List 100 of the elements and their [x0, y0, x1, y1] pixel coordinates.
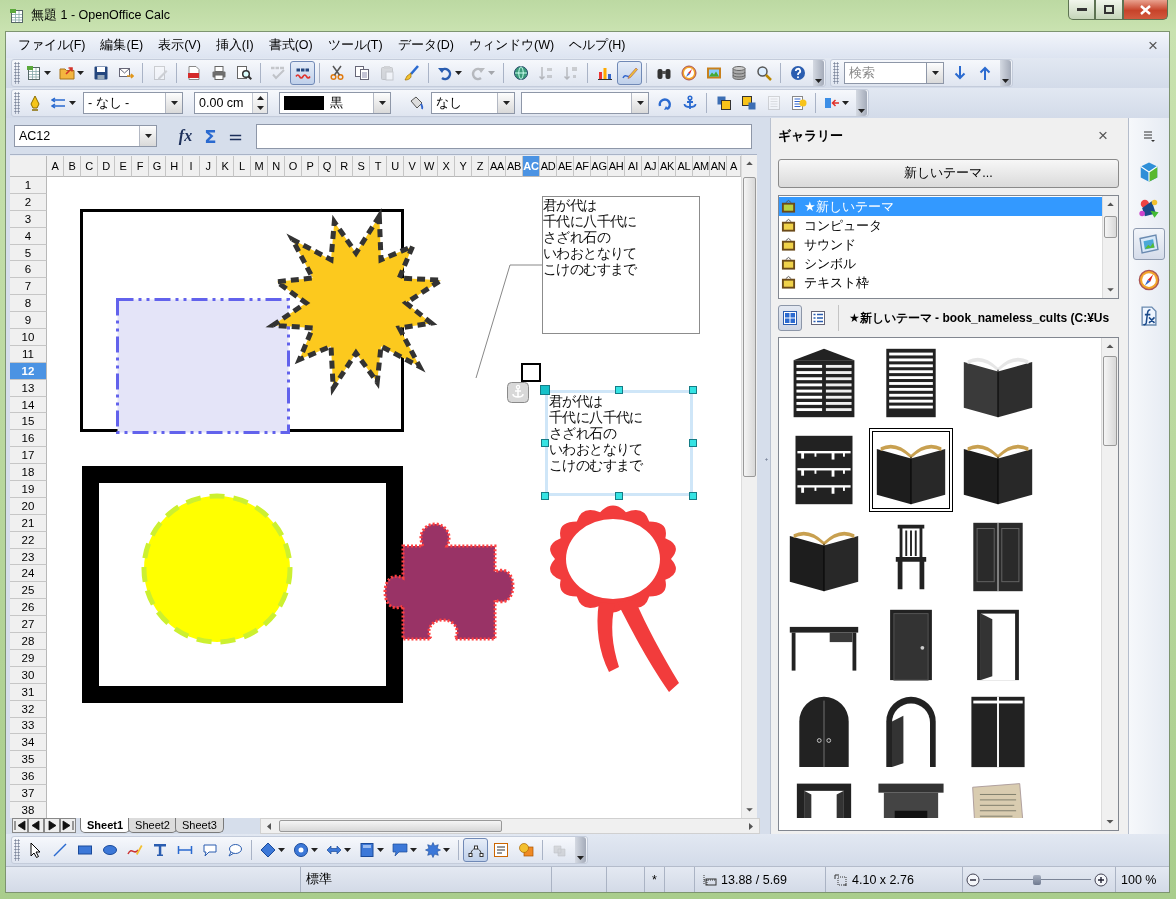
- horizontal-scrollbar[interactable]: [260, 818, 760, 834]
- column-header[interactable]: V: [404, 156, 421, 177]
- close-document-button[interactable]: ×: [1145, 36, 1161, 54]
- resize-handle[interactable]: [689, 439, 697, 447]
- last-sheet-icon[interactable]: [60, 818, 76, 833]
- row-header[interactable]: 18: [10, 464, 47, 482]
- line-width-spinner[interactable]: 0.00 cm: [194, 92, 268, 114]
- row-header[interactable]: 27: [10, 616, 47, 634]
- menu-item[interactable]: ヘルプ(H): [561, 34, 633, 56]
- menu-item[interactable]: 挿入(I): [208, 34, 262, 56]
- column-header[interactable]: H: [166, 156, 183, 177]
- vertical-scrollbar[interactable]: [1101, 338, 1118, 830]
- search-field[interactable]: 検索: [844, 62, 926, 84]
- sheet-tab[interactable]: Sheet3: [174, 818, 224, 833]
- dropdown-field[interactable]: - なし -: [83, 92, 183, 114]
- column-header[interactable]: AF: [574, 156, 591, 177]
- dropdown-field[interactable]: なし: [431, 92, 515, 114]
- close-button[interactable]: [1123, 0, 1168, 20]
- toolbar-grip[interactable]: [14, 839, 20, 861]
- column-header[interactable]: E: [115, 156, 132, 177]
- resize-handle[interactable]: [689, 492, 697, 500]
- zoom-in-button[interactable]: [1094, 872, 1108, 887]
- next-sheet-icon[interactable]: [44, 818, 60, 833]
- column-header[interactable]: C: [81, 156, 98, 177]
- first-sheet-icon[interactable]: [12, 818, 28, 833]
- menu-item[interactable]: 書式(O): [261, 34, 321, 56]
- column-header[interactable]: AK: [659, 156, 676, 177]
- menu-item[interactable]: データ(D): [390, 34, 462, 56]
- column-header[interactable]: R: [336, 156, 353, 177]
- toolbar-grip[interactable]: [14, 92, 20, 114]
- column-header[interactable]: Y: [455, 156, 472, 177]
- column-header[interactable]: I: [183, 156, 200, 177]
- minimize-button[interactable]: [1068, 0, 1095, 20]
- column-header[interactable]: P: [302, 156, 319, 177]
- formula-input[interactable]: [256, 123, 752, 149]
- resize-handle[interactable]: [689, 386, 697, 394]
- toolbar-overflow-button[interactable]: [1000, 60, 1011, 86]
- menu-item[interactable]: 表示(V): [150, 34, 209, 56]
- column-header[interactable]: AB: [506, 156, 523, 177]
- column-header[interactable]: Q: [319, 156, 336, 177]
- resize-handle[interactable]: [541, 439, 549, 447]
- row-header[interactable]: 25: [10, 582, 47, 600]
- slider-thumb[interactable]: [1033, 874, 1041, 885]
- resize-handle[interactable]: [541, 492, 549, 500]
- resize-handle[interactable]: [540, 385, 550, 395]
- row-header[interactable]: 16: [10, 430, 47, 448]
- scroll-thumb[interactable]: [1104, 216, 1117, 238]
- column-header[interactable]: AA: [489, 156, 506, 177]
- new-theme-button[interactable]: 新しいテーマ...: [778, 159, 1119, 188]
- toolbar-grip[interactable]: [14, 62, 20, 84]
- vertical-scrollbar[interactable]: [1102, 196, 1118, 298]
- row-header[interactable]: 26: [10, 599, 47, 617]
- scroll-thumb[interactable]: [1103, 356, 1117, 446]
- column-header[interactable]: AI: [625, 156, 642, 177]
- anchor-icon[interactable]: [507, 382, 529, 403]
- open-book-drawing[interactable]: [868, 428, 953, 512]
- column-header[interactable]: AH: [608, 156, 625, 177]
- column-header[interactable]: AL: [676, 156, 693, 177]
- column-header[interactable]: W: [421, 156, 438, 177]
- column-header[interactable]: J: [200, 156, 217, 177]
- row-header[interactable]: 36: [10, 768, 47, 786]
- toolbar-overflow-button[interactable]: [856, 90, 867, 116]
- scroll-thumb[interactable]: [279, 820, 502, 832]
- sheet-tab[interactable]: Sheet1: [80, 818, 131, 833]
- row-header[interactable]: 19: [10, 481, 47, 498]
- row-header[interactable]: 24: [10, 565, 47, 583]
- row-header[interactable]: 15: [10, 413, 47, 431]
- previous-sheet-icon[interactable]: [28, 818, 44, 833]
- row-header[interactable]: 6: [10, 261, 47, 279]
- theme-item[interactable]: シンボル: [779, 254, 1102, 273]
- close-panel-button[interactable]: ×: [1095, 127, 1111, 144]
- resize-handle[interactable]: [615, 492, 623, 500]
- scroll-thumb[interactable]: [743, 177, 756, 477]
- resize-handle[interactable]: [615, 386, 623, 394]
- row-header[interactable]: 10: [10, 329, 47, 346]
- row-header[interactable]: 9: [10, 312, 47, 329]
- column-header[interactable]: K: [217, 156, 234, 177]
- sum-button[interactable]: Σ: [198, 124, 223, 148]
- column-header[interactable]: AN: [710, 156, 727, 177]
- row-header[interactable]: 1: [10, 177, 47, 194]
- column-header[interactable]: U: [387, 156, 404, 177]
- dropdown-field[interactable]: [521, 92, 649, 114]
- theme-item[interactable]: サウンド: [779, 235, 1102, 254]
- maximize-button[interactable]: [1095, 0, 1123, 20]
- line-color-dropdown[interactable]: 黒: [279, 92, 391, 114]
- column-header[interactable]: G: [149, 156, 166, 177]
- function-button[interactable]: =: [223, 124, 248, 148]
- menu-item[interactable]: ファイル(F): [10, 34, 93, 56]
- row-header[interactable]: 34: [10, 734, 47, 752]
- column-header[interactable]: T: [370, 156, 387, 177]
- function-wizard-button[interactable]: fx: [173, 124, 198, 148]
- column-header[interactable]: F: [132, 156, 149, 177]
- row-header[interactable]: 35: [10, 751, 47, 769]
- row-header[interactable]: 28: [10, 633, 47, 650]
- points-button[interactable]: [463, 838, 488, 862]
- column-header[interactable]: AJ: [642, 156, 659, 177]
- search-history-button[interactable]: [926, 62, 944, 84]
- auto-spellcheck-button[interactable]: [290, 61, 315, 85]
- column-header[interactable]: AD: [540, 156, 557, 177]
- name-box[interactable]: AC12: [14, 125, 157, 147]
